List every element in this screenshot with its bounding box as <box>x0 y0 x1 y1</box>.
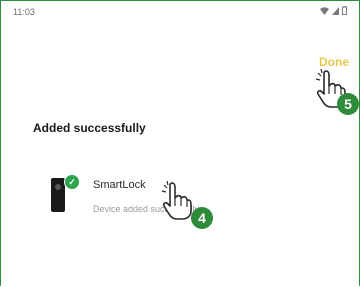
page-title: Added successfully <box>33 121 146 135</box>
check-icon: ✓ <box>64 174 80 190</box>
done-button[interactable]: Done <box>319 55 349 69</box>
smartlock-device-icon <box>51 178 65 212</box>
hand-pointer-icon <box>161 181 192 220</box>
step-5-badge: 5 <box>337 93 359 115</box>
step-4-badge: 4 <box>191 207 213 229</box>
app-screen: 11:03 Done Added successfully ✓ SmartLoc… <box>0 0 360 286</box>
status-time: 11:03 <box>13 7 35 17</box>
device-name: SmartLock <box>93 179 146 191</box>
wifi-icon <box>320 6 329 15</box>
battery-icon <box>342 6 347 15</box>
signal-icon <box>332 6 339 15</box>
status-icons <box>320 6 347 15</box>
